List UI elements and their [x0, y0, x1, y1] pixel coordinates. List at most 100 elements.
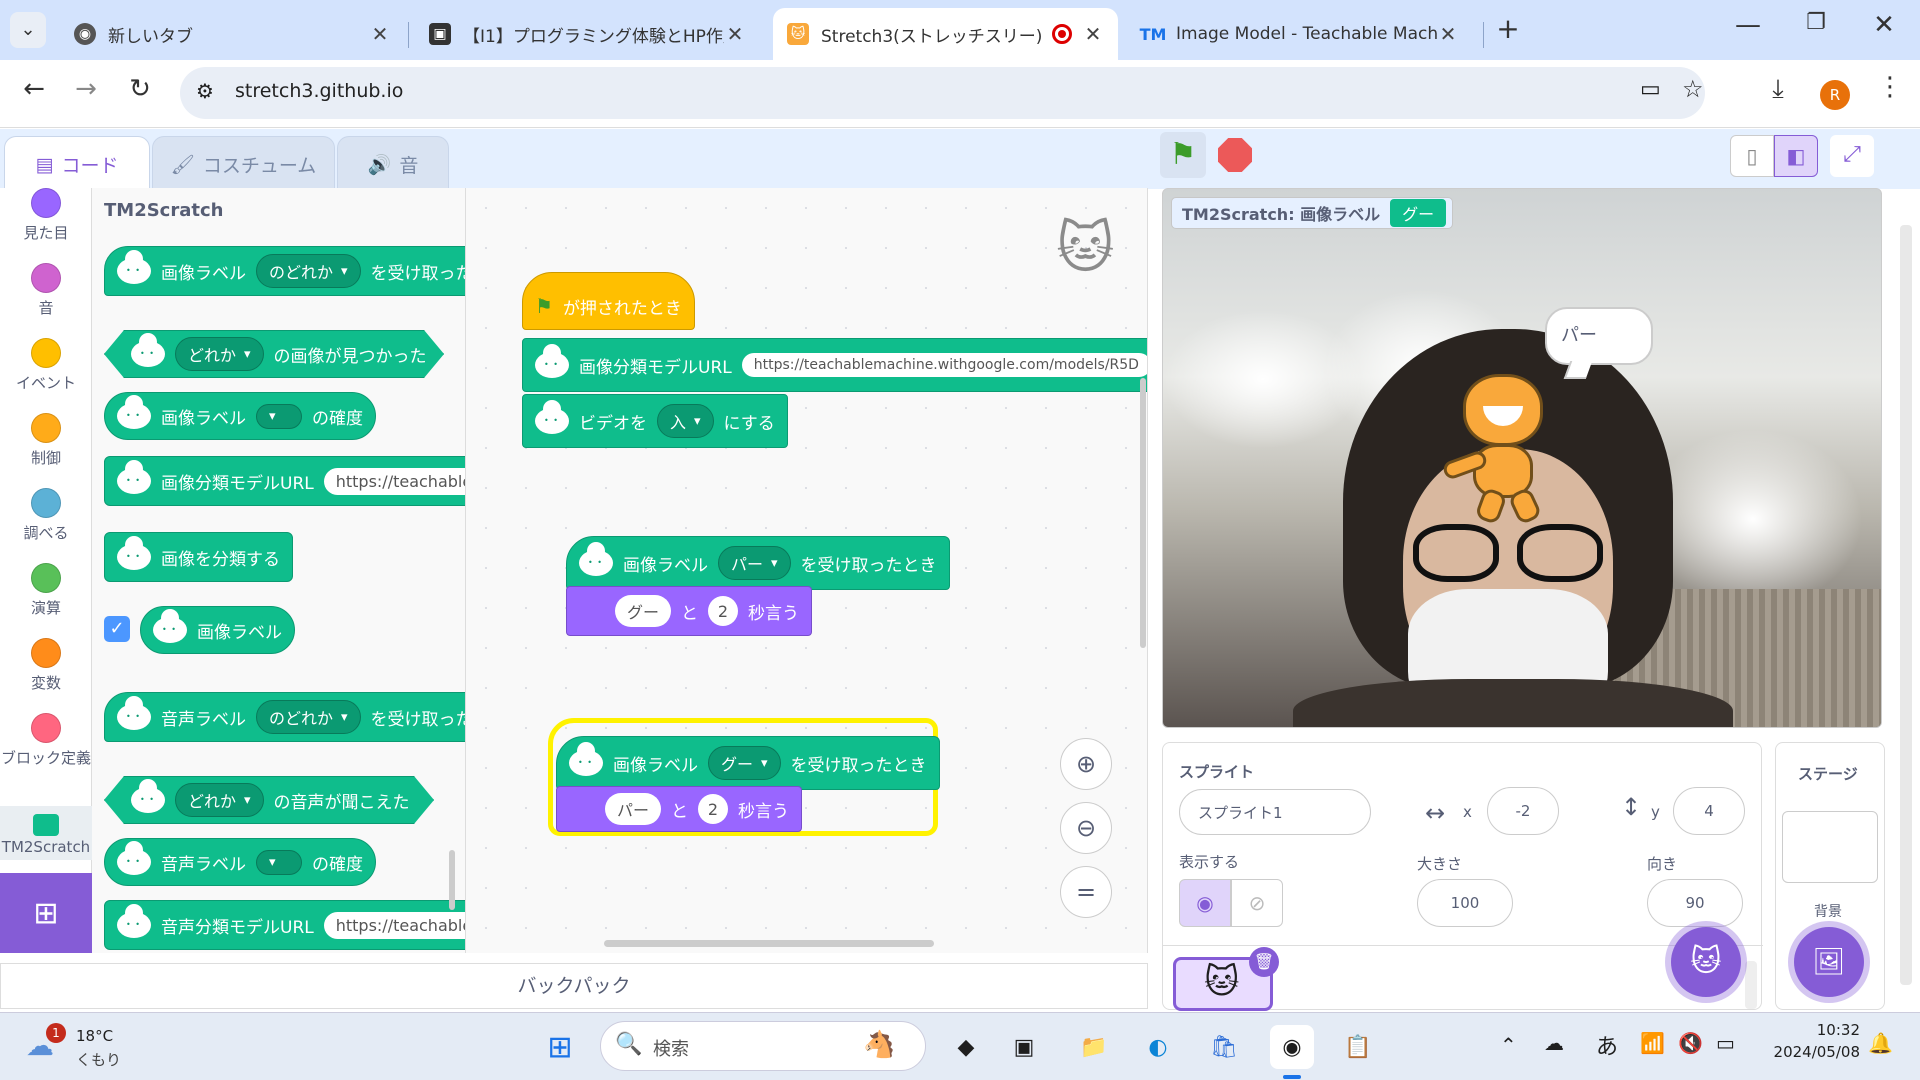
say-secs-input[interactable]: 2 [708, 596, 739, 626]
onedrive-icon[interactable]: ☁ [1544, 1031, 1564, 1055]
image-label-checkbox[interactable]: ✓ [104, 616, 130, 642]
model-url-input[interactable]: https://teachablemachine.withgoogle.com/… [741, 353, 1147, 377]
say-text-input[interactable]: グー [615, 595, 672, 627]
choose-sprite-button[interactable]: 🐱 [1671, 927, 1741, 997]
direction-input[interactable]: 90 [1647, 879, 1743, 927]
palette-block-sound-heard[interactable]: どれか の音声が聞こえた [104, 776, 434, 824]
category-sensing[interactable]: 調べる [0, 488, 92, 543]
copilot-icon[interactable]: ◆ [944, 1025, 988, 1069]
close-tab-icon[interactable]: ✕ [724, 22, 746, 46]
stage-selector[interactable]: ステージ 背景 🖼 [1775, 742, 1885, 1010]
speaker-muted-icon[interactable]: 🔇 [1678, 1031, 1703, 1055]
tab-code[interactable]: ▤ コード [4, 136, 150, 192]
close-tab-icon[interactable]: ✕ [1082, 22, 1104, 46]
sprite-list-scrollbar[interactable] [1745, 961, 1757, 1009]
size-input[interactable]: 100 [1417, 879, 1513, 927]
block-dropdown[interactable]: どれか [175, 337, 264, 371]
when-image-label-hat-par[interactable]: 画像ラベル パー を受け取ったとき [566, 536, 950, 590]
stage-thumbnail[interactable] [1782, 811, 1878, 883]
say-for-secs-block-1[interactable]: グー と 2 秒言う [566, 586, 813, 636]
add-extension-button[interactable]: ⊞ [0, 873, 92, 953]
variable-monitor[interactable]: TM2Scratch: 画像ラベル グー [1171, 197, 1454, 229]
notepad-icon[interactable]: 📋 [1336, 1025, 1380, 1069]
set-model-url-block[interactable]: 画像分類モデルURL https://teachablemachine.with… [522, 338, 1147, 392]
stop-button[interactable] [1218, 138, 1252, 172]
palette-scrollbar[interactable] [449, 850, 455, 910]
block-dropdown[interactable] [256, 849, 302, 875]
restore-icon[interactable]: ❐ [1796, 10, 1836, 35]
tab-costume[interactable]: 🖌 コスチューム [152, 136, 335, 192]
wifi-icon[interactable]: 📶 [1640, 1031, 1665, 1055]
category-sound[interactable]: 音 [0, 263, 92, 318]
store-icon[interactable]: 🛍 [1202, 1025, 1246, 1069]
tab-new-tab[interactable]: ◉ 新しいタブ ✕ [60, 8, 405, 60]
green-flag-button[interactable]: ⚑ [1160, 132, 1206, 178]
category-operators[interactable]: 演算 [0, 563, 92, 618]
palette-block-sound-model-url[interactable]: 音声分類モデルURL https://teachablem [104, 900, 465, 950]
x-input[interactable]: -2 [1487, 787, 1559, 835]
y-input[interactable]: 4 [1673, 787, 1745, 835]
task-view-icon[interactable]: ▣ [1002, 1025, 1046, 1069]
palette-block-sound-label-hat[interactable]: 音声ラベル のどれか を受け取った [104, 692, 465, 742]
battery-icon[interactable]: ▭ [1716, 1031, 1735, 1055]
zoom-reset-button[interactable]: = [1060, 866, 1112, 918]
fullscreen-button[interactable]: ⤢ [1830, 135, 1874, 177]
label-dropdown[interactable]: グー [708, 746, 781, 780]
delete-sprite-icon[interactable]: 🗑 [1249, 947, 1279, 977]
page-scrollbar[interactable] [1900, 225, 1912, 985]
more-menu-icon[interactable]: ⋮ [1870, 72, 1910, 102]
when-flag-clicked-hat[interactable]: ⚑ が押されたとき [522, 272, 695, 330]
back-arrow-icon[interactable]: ← [14, 74, 54, 104]
bookmark-star-icon[interactable]: ☆ [1682, 75, 1704, 103]
profile-avatar[interactable]: R [1820, 80, 1850, 110]
tab-stretch3[interactable]: 🐱 Stretch3(ストレッチスリー) ✕ [773, 8, 1118, 60]
tab-lesson[interactable]: ▣ 【I1】プログラミング体験とHP作成実 ✕ [415, 8, 760, 60]
block-input[interactable]: https://teachablem [323, 467, 465, 495]
weather-widget[interactable]: ☁ 1 18°C くもり [24, 1023, 134, 1073]
chrome-taskbar-icon[interactable]: ◉ [1270, 1025, 1314, 1069]
small-stage-button[interactable]: ▯ [1730, 135, 1774, 177]
forward-arrow-icon[interactable]: → [66, 74, 106, 104]
say-for-secs-block-2[interactable]: パー と 2 秒言う [556, 786, 803, 832]
close-tab-icon[interactable]: ✕ [1437, 22, 1459, 46]
palette-block-image-model-url[interactable]: 画像分類モデルURL https://teachablem [104, 456, 465, 506]
scratch-cat-sprite[interactable] [1441, 374, 1553, 526]
video-on-block[interactable]: ビデオを 入 にする [522, 394, 788, 448]
backpack-bar[interactable]: バックパック [0, 963, 1148, 1009]
show-visible-button[interactable]: ◉ [1179, 879, 1231, 927]
reload-icon[interactable]: ↻ [120, 74, 160, 104]
site-settings-icon[interactable]: ⚙ [196, 79, 214, 103]
block-dropdown[interactable]: のどれか [256, 254, 361, 288]
minimize-icon[interactable]: — [1728, 10, 1768, 40]
palette-block-image-label-hat[interactable]: 画像ラベル のどれか を受け取った [104, 246, 465, 296]
block-dropdown[interactable]: どれか [175, 783, 264, 817]
tab-sound[interactable]: 🔊 音 [337, 136, 449, 192]
video-dropdown[interactable]: 入 [657, 404, 714, 438]
category-my-blocks[interactable]: ブロック定義 [0, 713, 92, 768]
clock[interactable]: 10:32 2024/05/08 [1760, 1021, 1860, 1061]
notification-bell-icon[interactable]: 🔔 [1868, 1031, 1893, 1055]
stage-canvas[interactable]: パー TM2Scratch: 画像ラベル グー [1162, 188, 1882, 728]
code-workspace[interactable]: 🐱 ⚑ が押されたとき 画像分類モデルURL https://teachable… [466, 188, 1148, 953]
say-text-input[interactable]: パー [605, 793, 662, 825]
chevron-up-icon[interactable]: ⌃ [1500, 1033, 1517, 1057]
tab-search-chevron-icon[interactable]: ⌄ [10, 12, 46, 48]
label-dropdown[interactable]: パー [718, 546, 791, 580]
when-image-label-hat-goo[interactable]: 画像ラベル グー を受け取ったとき [556, 736, 940, 790]
close-tab-icon[interactable]: ✕ [369, 22, 391, 46]
palette-block-image-confidence[interactable]: 画像ラベル の確度 [104, 392, 376, 440]
new-tab-plus-icon[interactable]: + [1488, 12, 1528, 45]
file-explorer-icon[interactable]: 📁 [1072, 1025, 1116, 1069]
palette-block-image-found[interactable]: どれか の画像が見つかった [104, 330, 444, 378]
show-hidden-button[interactable]: ⊘ [1231, 879, 1283, 927]
category-tm2scratch[interactable]: TM2Scratch [0, 806, 92, 860]
block-input[interactable]: https://teachablem [323, 911, 465, 939]
start-button[interactable]: ⊞ [538, 1025, 582, 1069]
large-stage-button[interactable]: ◧ [1774, 135, 1818, 177]
taskbar-search-box[interactable]: 🔍 検索 🐴 [600, 1021, 926, 1071]
ime-indicator[interactable]: あ [1596, 1029, 1618, 1061]
palette-block-sound-confidence[interactable]: 音声ラベル の確度 [104, 838, 376, 886]
category-looks[interactable]: 見た目 [0, 188, 92, 243]
address-bar[interactable]: ⚙ stretch3.github.io ▭ ☆ [180, 67, 1705, 119]
tab-teachable-machine[interactable]: TM Image Model - Teachable Mach ✕ [1128, 8, 1473, 60]
